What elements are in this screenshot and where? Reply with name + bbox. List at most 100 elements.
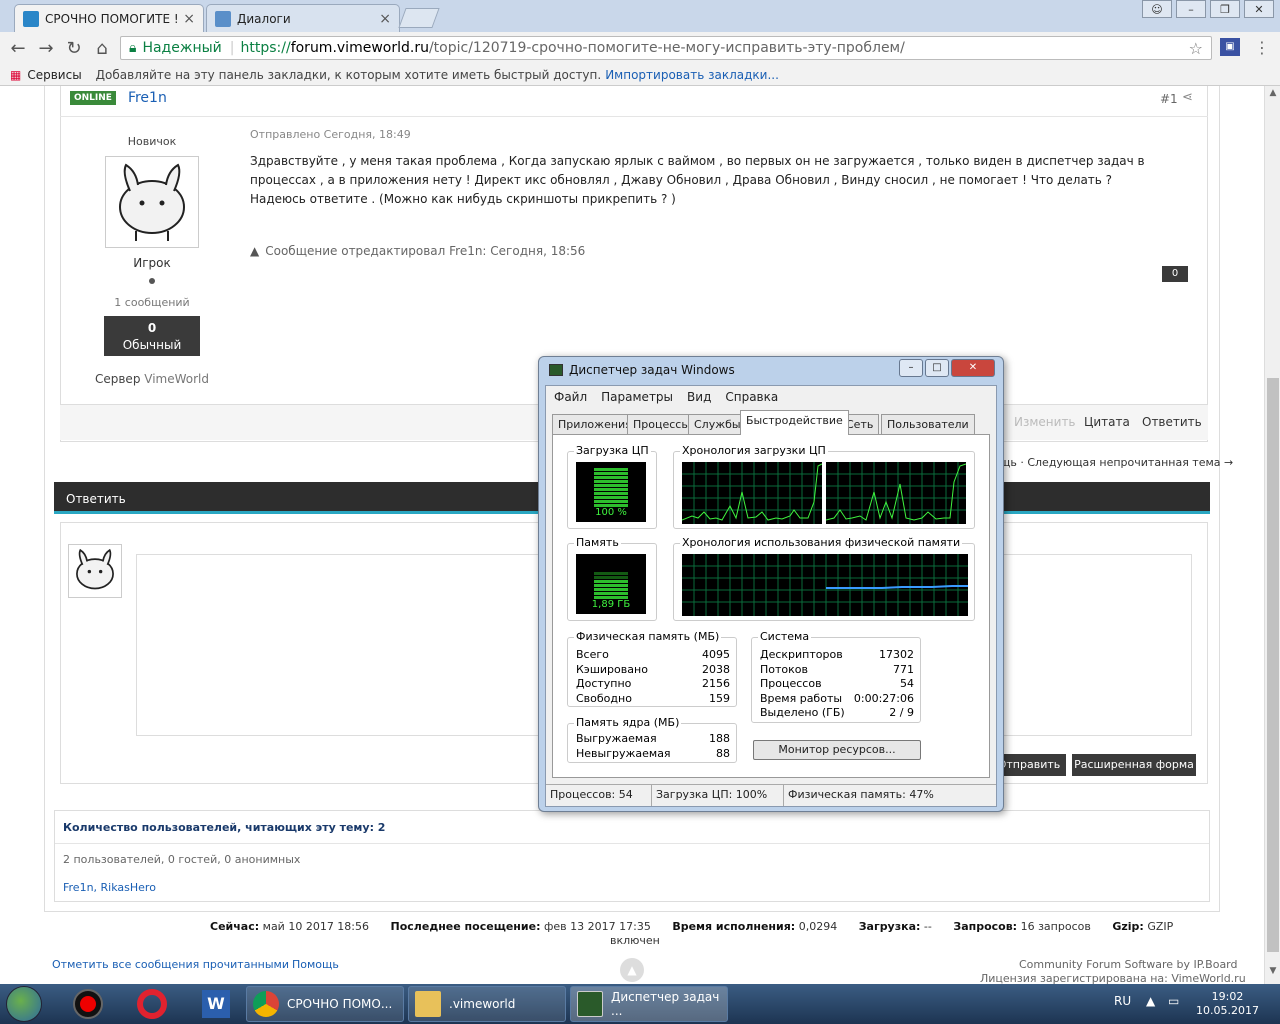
menu-file[interactable]: Файл [554, 390, 587, 404]
home-icon[interactable]: ⌂ [88, 38, 116, 59]
message-count: 1 сообщений [114, 296, 190, 309]
help-link[interactable]: Помощь [292, 958, 339, 971]
import-bookmarks-link[interactable]: Импортировать закладки... [605, 68, 779, 82]
chrome-icon [253, 991, 279, 1017]
warning-icon: ▲ [250, 244, 260, 258]
scroll-up-icon[interactable]: ▲ [1265, 88, 1280, 104]
menu-icon[interactable]: ⋮ [1254, 38, 1270, 57]
license-credit: Лицензия зарегистрирована на: VimeWorld.… [980, 972, 1246, 984]
minimize-button[interactable]: – [1176, 0, 1206, 18]
post-date: Отправлено Сегодня, 18:49 [250, 128, 411, 141]
memory-history-graph [682, 554, 968, 616]
avatar[interactable] [105, 156, 199, 248]
menu-bar: Файл Параметры Вид Справка [554, 390, 778, 404]
url-path: /topic/120719-срочно-помогите-не-могу-ис… [428, 40, 905, 56]
apps-icon[interactable]: ▦ [10, 68, 21, 82]
status-cpu: Загрузка ЦП: 100% [652, 785, 784, 806]
quote-button[interactable]: Цитата [1084, 415, 1130, 429]
page-scrollbar[interactable]: ▲ ▼ [1264, 86, 1280, 984]
back-arrow-icon[interactable]: ← [4, 38, 32, 59]
apps-link[interactable]: Сервисы [27, 68, 81, 82]
tab-applications[interactable]: Приложения [552, 414, 638, 434]
forward-arrow-icon[interactable]: → [32, 38, 60, 59]
status-bar: Процессов: 54 Загрузка ЦП: 100% Физическ… [546, 784, 996, 806]
taskbar-folder-button[interactable]: .vimeworld [408, 986, 566, 1022]
next-unread-link[interactable]: щь · Следующая непрочитанная тема → [1000, 456, 1233, 469]
reload-icon[interactable]: ↻ [60, 38, 88, 59]
tab-users[interactable]: Пользователи [881, 414, 975, 434]
status-memory: Физическая память: 47% [788, 788, 934, 801]
tab-title: СРОЧНО ПОМОГИТЕ ! Н [45, 11, 184, 26]
address-bar[interactable]: 🔒︎ Надежный | https:// forum.vimeworld.r… [120, 36, 1212, 60]
network-icon[interactable]: ▭ [1168, 994, 1179, 1008]
like-count-badge[interactable]: 0 [1162, 266, 1188, 282]
scroll-thumb[interactable] [1267, 378, 1279, 952]
cpu-history-graph-1 [682, 462, 822, 524]
taskbar-chrome-button[interactable]: СРОЧНО ПОМО... [246, 986, 404, 1022]
resource-monitor-button[interactable]: Монитор ресурсов... [753, 740, 921, 760]
bookmarks-bar: ▦ Сервисы Добавляйте на эту панель закла… [0, 64, 1280, 86]
tab-forum[interactable]: СРОЧНО ПОМОГИТЕ ! Н × [14, 4, 204, 32]
tab-title: Диалоги [237, 11, 291, 26]
menu-help[interactable]: Справка [725, 390, 778, 404]
tab-dialogs[interactable]: Диалоги × [206, 4, 400, 32]
edit-button[interactable]: Изменить [1014, 415, 1076, 429]
word-icon[interactable]: W [194, 988, 238, 1020]
reputation-value: 0 [147, 321, 157, 335]
minimize-button[interactable]: – [899, 359, 923, 377]
scroll-top-icon[interactable]: ▲ [620, 958, 644, 982]
author-link[interactable]: Fre1n [128, 90, 167, 106]
user-rank: Новичок [127, 135, 177, 148]
readers-counts: 2 пользователей, 0 гостей, 0 анонимных [63, 853, 301, 866]
chat-favicon-icon [215, 10, 231, 27]
share-icon[interactable]: ⋖ [1182, 90, 1193, 105]
maximize-button[interactable]: ❐ [1210, 0, 1240, 18]
post-number[interactable]: #1 [1160, 92, 1178, 106]
close-tab-icon[interactable]: × [379, 11, 391, 27]
cpu-history-group: Хронология загрузки ЦП [673, 444, 975, 529]
readers-box: Количество пользователей, читающих эту т… [54, 810, 1210, 902]
readers-users[interactable]: Fre1n, RikasHero [63, 881, 156, 894]
readers-heading: Количество пользователей, читающих эту т… [63, 821, 386, 834]
performance-panel: Загрузка ЦП 100 % Хронология загрузки ЦП [552, 434, 990, 778]
mark-read-link[interactable]: Отметить все сообщения прочитанными [52, 958, 289, 971]
clock[interactable]: 19:02 10.05.2017 [1196, 990, 1259, 1018]
task-manager-icon [549, 364, 563, 376]
taskbar-taskmgr-button[interactable]: Диспетчер задач ... [570, 986, 728, 1022]
kernel-memory-group: Память ядра (МБ) Выгружаемая 188 Невыгруж… [567, 716, 737, 763]
tab-processes[interactable]: Процессы [627, 414, 697, 434]
tab-services[interactable]: Службы [688, 414, 747, 434]
tab-strip: СРОЧНО ПОМОГИТЕ ! Н × Диалоги × ☺ – ❐ ✕ [0, 0, 1280, 32]
reply-button[interactable]: Ответить [1142, 415, 1202, 429]
software-credit[interactable]: Community Forum Software by IP.Board [1019, 958, 1238, 971]
extended-form-button[interactable]: Расширенная форма [1072, 754, 1196, 776]
avatar-creature-icon [76, 548, 114, 590]
reputation-box: 0 Обычный [104, 316, 200, 356]
new-tab-button[interactable] [398, 8, 440, 28]
memory-group: Память 1,89 ГБ [567, 536, 657, 621]
tray-arrow-icon[interactable]: ▲ [1146, 994, 1155, 1008]
reputation-label: Обычный [122, 338, 182, 352]
taskbar: W СРОЧНО ПОМО... .vimeworld Диспетчер за… [0, 984, 1280, 1024]
close-window-button[interactable]: ✕ [1244, 0, 1274, 18]
cpu-history-graph-2 [826, 462, 966, 524]
profile-icon[interactable]: ☺ [1142, 0, 1172, 18]
edit-note: ▲ Сообщение отредактировал Fre1n: Сегодня… [250, 244, 586, 258]
cpu-usage-group: Загрузка ЦП 100 % [567, 444, 657, 529]
language-indicator[interactable]: RU [1114, 994, 1131, 1008]
scroll-down-icon[interactable]: ▼ [1265, 966, 1280, 982]
avatar-creature-icon [119, 163, 185, 241]
start-button[interactable] [6, 986, 42, 1022]
lock-icon: 🔒︎ [129, 40, 137, 56]
tab-performance[interactable]: Быстродействие [740, 410, 849, 435]
pinned-record-icon[interactable] [66, 988, 110, 1020]
opera-icon[interactable] [130, 988, 174, 1020]
close-window-button[interactable]: ✕ [951, 359, 995, 377]
secure-label: Надежный [142, 40, 222, 56]
menu-options[interactable]: Параметры [601, 390, 673, 404]
menu-view[interactable]: Вид [687, 390, 711, 404]
maximize-button[interactable]: □ [925, 359, 949, 377]
extension-icon[interactable]: ▣ [1220, 38, 1240, 56]
close-tab-icon[interactable]: × [183, 11, 195, 27]
bookmark-star-icon[interactable]: ☆ [1189, 39, 1203, 58]
